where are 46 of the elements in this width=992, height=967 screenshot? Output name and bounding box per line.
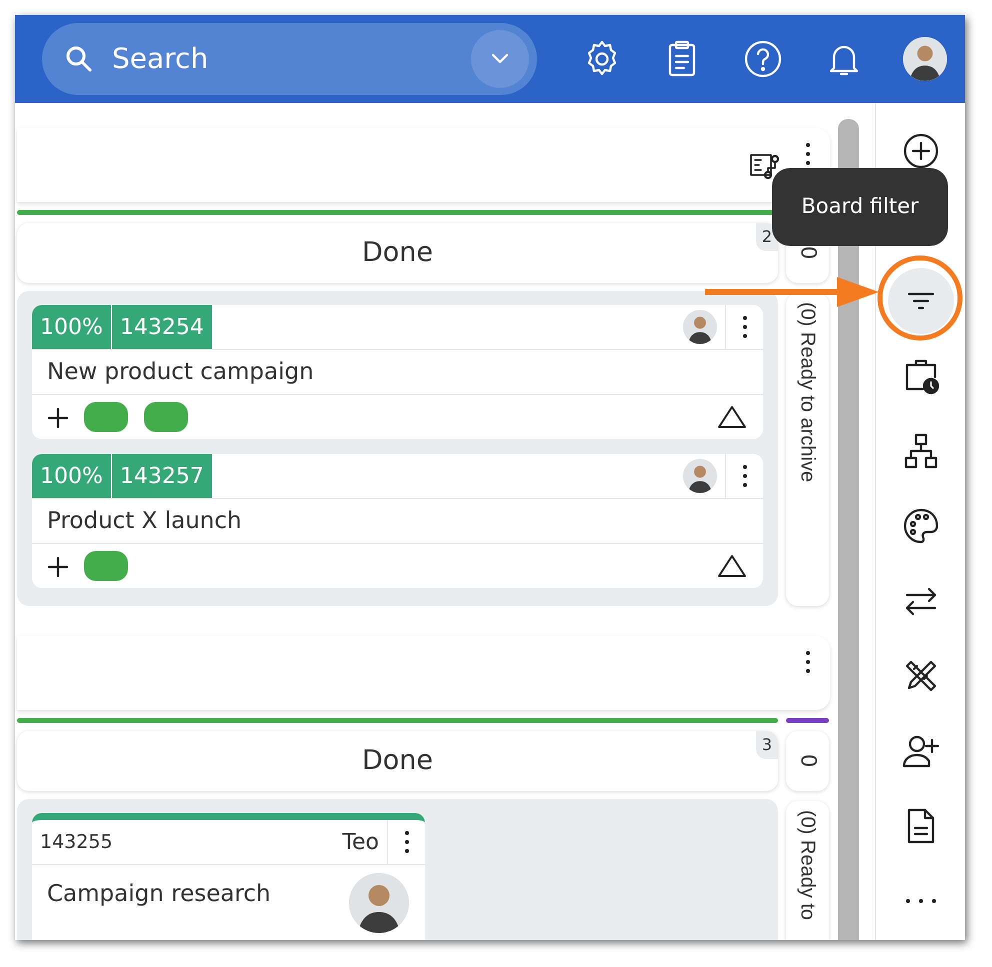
filter-button[interactable] xyxy=(888,268,954,334)
owner-name: Teo xyxy=(342,828,379,856)
column-count: 0 xyxy=(795,246,822,260)
avatar xyxy=(683,459,717,493)
help-icon xyxy=(743,39,784,79)
avatar xyxy=(902,37,947,81)
more-button[interactable] xyxy=(806,143,810,165)
card-title: Campaign research xyxy=(46,880,271,909)
avatar xyxy=(683,310,717,344)
kebab-icon xyxy=(806,651,810,673)
card-count: 3 xyxy=(756,731,778,759)
progress-label: 100% xyxy=(32,305,111,349)
search-bar[interactable]: Search xyxy=(42,23,537,95)
column-title: Done xyxy=(362,744,434,778)
kebab-icon xyxy=(742,465,746,487)
progress-label: 100% xyxy=(32,454,111,498)
more-button[interactable] xyxy=(725,305,763,349)
kebab-icon xyxy=(742,316,746,338)
search-icon xyxy=(64,44,94,74)
more-icon xyxy=(906,898,936,902)
tooltip: Board filter xyxy=(772,168,948,246)
task-id: 143255 xyxy=(39,830,113,855)
warning-triangle-icon xyxy=(717,405,747,429)
plus-icon xyxy=(48,408,68,428)
warning-triangle-icon xyxy=(717,554,747,578)
task-id: 143257 xyxy=(110,454,212,498)
plus-icon xyxy=(48,556,68,577)
search-field[interactable]: Search xyxy=(110,37,471,81)
card-title: New product campaign xyxy=(46,358,314,387)
tag[interactable] xyxy=(84,551,128,581)
chevron-icon xyxy=(490,53,510,65)
column-title: Done xyxy=(362,236,434,270)
column-label: (0) Ready to xyxy=(796,810,820,922)
task-id: 143254 xyxy=(110,305,212,349)
column-label: (0) Ready to archive xyxy=(796,302,820,484)
tag[interactable] xyxy=(84,402,128,432)
column-count: 0 xyxy=(795,754,822,768)
more-button[interactable] xyxy=(387,820,425,864)
more-button[interactable] xyxy=(725,454,763,498)
more-button[interactable] xyxy=(806,651,810,673)
add-button[interactable] xyxy=(48,405,68,429)
kebab-icon xyxy=(806,143,810,165)
add-button[interactable] xyxy=(48,554,68,578)
kebab-icon xyxy=(404,831,408,853)
tag[interactable] xyxy=(144,402,188,432)
card-title: Product X launch xyxy=(46,506,242,536)
